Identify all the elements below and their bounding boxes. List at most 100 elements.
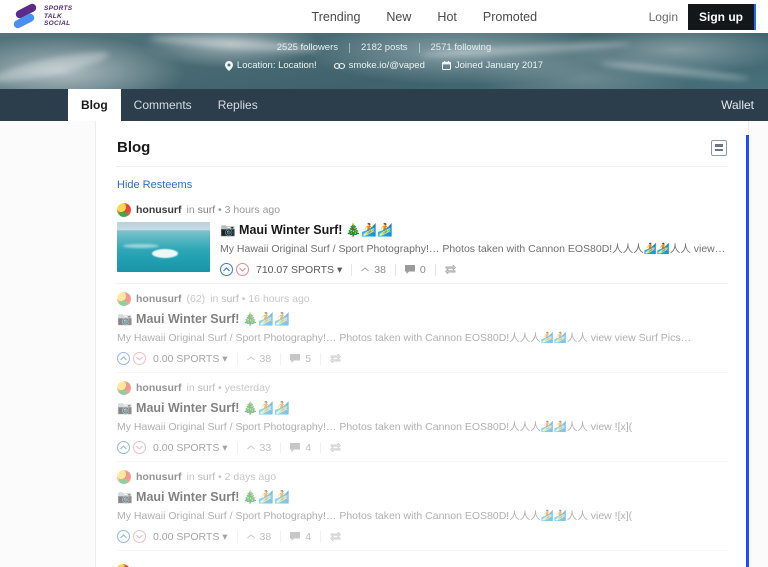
profile-joined-label: Joined January 2017 bbox=[454, 60, 544, 71]
post-author[interactable]: honusurf bbox=[136, 382, 182, 394]
downvote-icon[interactable] bbox=[133, 352, 146, 365]
logo-wordmark: SPORTS TALK SOCIAL bbox=[44, 5, 72, 28]
post-author[interactable]: honusurf bbox=[136, 204, 182, 216]
downvote-icon[interactable] bbox=[236, 263, 249, 276]
site-logo[interactable]: SPORTS TALK SOCIAL bbox=[0, 1, 200, 30]
post-payout-value: 710.07 SPORTS bbox=[256, 263, 335, 276]
post-payout[interactable]: 710.07 SPORTS ▾ bbox=[256, 264, 342, 276]
blog-header: Blog bbox=[116, 121, 728, 167]
upvote-icon[interactable] bbox=[117, 441, 130, 454]
post-tag-group: in surf • 2 days ago bbox=[187, 471, 277, 483]
post-age[interactable]: 3 hours ago bbox=[225, 204, 280, 216]
chevron-down-icon: ▾ bbox=[222, 441, 228, 454]
action-divider bbox=[434, 263, 436, 276]
followers-count[interactable]: 2525 followers bbox=[266, 42, 349, 53]
profile-counts-row: 2525 followers 2182 posts 2571 following bbox=[0, 42, 768, 53]
posts-count[interactable]: 2182 posts bbox=[350, 42, 418, 53]
location-pin-icon bbox=[224, 60, 233, 71]
resteem-icon[interactable] bbox=[330, 443, 342, 452]
chevron-up-icon bbox=[246, 534, 255, 539]
chevron-down-icon: ▾ bbox=[222, 352, 228, 365]
avatar[interactable] bbox=[117, 470, 131, 484]
post-dot: • bbox=[241, 293, 246, 305]
avatar[interactable] bbox=[117, 292, 131, 306]
post-title[interactable]: 📷 Maui Winter Surf! 🎄🏄🏄 bbox=[117, 311, 727, 328]
post-age[interactable]: yesterday bbox=[225, 382, 271, 394]
list-view-icon[interactable] bbox=[711, 139, 727, 156]
post-age[interactable]: 2 days ago bbox=[225, 471, 276, 483]
nav-link-hot[interactable]: Hot bbox=[437, 10, 456, 24]
tab-blog[interactable]: Blog bbox=[68, 89, 121, 121]
upvote-icon[interactable] bbox=[220, 263, 233, 276]
tab-wallet[interactable]: Wallet bbox=[721, 89, 768, 121]
post-votes[interactable]: 38 bbox=[246, 531, 271, 543]
post-payout[interactable]: 0.00 SPORTS ▾ bbox=[153, 353, 228, 365]
post-tag-group: in surf • yesterday bbox=[187, 382, 271, 394]
nav-link-trending[interactable]: Trending bbox=[312, 10, 361, 24]
post-dot: • bbox=[218, 382, 222, 394]
post-title[interactable]: 📷 Maui Winter Surf! 🎄🏄🏄 bbox=[117, 400, 727, 417]
resteem-icon[interactable] bbox=[330, 354, 342, 363]
nav-link-promoted[interactable]: Promoted bbox=[483, 10, 537, 24]
tab-comments[interactable]: Comments bbox=[121, 89, 205, 121]
avatar[interactable] bbox=[117, 203, 131, 217]
post-payout-value: 0.00 SPORTS bbox=[153, 530, 220, 543]
post-dot: • bbox=[218, 204, 222, 216]
post-comments[interactable]: 4 bbox=[290, 531, 311, 543]
resteem-icon[interactable] bbox=[330, 532, 342, 541]
post-title[interactable]: 📷 Maui Winter Surf! 🎄🏄🏄 bbox=[220, 222, 727, 239]
post-tag[interactable]: surf bbox=[198, 204, 216, 216]
downvote-icon[interactable] bbox=[133, 441, 146, 454]
post-item: honusurf (62) in surf • 16 hours ago 📷 M… bbox=[116, 284, 728, 373]
following-count[interactable]: 2571 following bbox=[420, 42, 503, 53]
main-nav-links: Trending New Hot Promoted bbox=[200, 10, 649, 24]
avatar[interactable] bbox=[117, 381, 131, 395]
post-votes[interactable]: 38 bbox=[361, 264, 386, 276]
vote-buttons bbox=[117, 530, 146, 543]
nav-link-new[interactable]: New bbox=[386, 10, 411, 24]
post-comments[interactable]: 4 bbox=[290, 442, 311, 454]
post-title[interactable]: 📷 Maui Winter Surf! 🎄🏄🏄 bbox=[117, 489, 727, 506]
page-body: Blog Hide Resteems honusurf in surf • 3 … bbox=[0, 121, 768, 567]
login-link[interactable]: Login bbox=[649, 10, 678, 24]
post-body: 📷 Maui Winter Surf! 🎄🏄🏄 My Hawaii Origin… bbox=[220, 222, 727, 276]
post-tag[interactable]: surf bbox=[221, 293, 239, 305]
vote-buttons bbox=[117, 352, 146, 365]
post-author[interactable]: honusurf bbox=[136, 471, 182, 483]
hide-resteems-link[interactable]: Hide Resteems bbox=[117, 179, 192, 191]
tab-replies[interactable]: Replies bbox=[205, 89, 271, 121]
post-votes[interactable]: 33 bbox=[246, 442, 271, 454]
profile-tab-bar: Blog Comments Replies Wallet bbox=[0, 89, 768, 121]
post-excerpt: My Hawaii Original Surf / Sport Photogra… bbox=[220, 243, 727, 255]
profile-website-label[interactable]: smoke.io/@vaped bbox=[349, 60, 425, 71]
chevron-up-icon bbox=[246, 356, 255, 361]
post-thumbnail[interactable] bbox=[117, 222, 210, 272]
post-main: 📷 Maui Winter Surf! 🎄🏄🏄 My Hawaii Origin… bbox=[117, 489, 727, 543]
resteem-icon[interactable] bbox=[444, 265, 456, 274]
calendar-icon bbox=[441, 61, 451, 70]
post-comments[interactable]: 5 bbox=[290, 353, 311, 365]
chevron-up-icon bbox=[361, 267, 370, 272]
post-author[interactable]: honusurf bbox=[136, 293, 182, 305]
post-item: honusurf in surf • 2 days ago 📷 Maui Win… bbox=[116, 462, 728, 551]
post-age[interactable]: 16 hours ago bbox=[248, 293, 309, 305]
comment-icon bbox=[290, 443, 301, 452]
post-in-label: in bbox=[186, 382, 195, 394]
upvote-icon[interactable] bbox=[117, 530, 130, 543]
profile-location: Location: Location! bbox=[224, 60, 317, 71]
profile-website[interactable]: smoke.io/@vaped bbox=[333, 60, 425, 71]
post-payout[interactable]: 0.00 SPORTS ▾ bbox=[153, 531, 228, 543]
post-payout[interactable]: 0.00 SPORTS ▾ bbox=[153, 442, 228, 454]
scrollbar[interactable] bbox=[746, 135, 749, 567]
signup-button[interactable]: Sign up bbox=[688, 3, 756, 30]
upvote-icon[interactable] bbox=[117, 352, 130, 365]
downvote-icon[interactable] bbox=[133, 530, 146, 543]
post-tag[interactable]: surf bbox=[198, 471, 216, 483]
page-title: Blog bbox=[117, 139, 151, 156]
post-body: 📷 Maui Winter Surf! 🎄🏄🏄 My Hawaii Origin… bbox=[117, 489, 727, 543]
post-tag[interactable]: surf bbox=[198, 382, 216, 394]
chevron-down-icon: ▾ bbox=[336, 263, 343, 276]
post-votes[interactable]: 38 bbox=[246, 353, 271, 365]
post-comments-count: 4 bbox=[305, 530, 312, 543]
post-comments[interactable]: 0 bbox=[404, 264, 426, 276]
